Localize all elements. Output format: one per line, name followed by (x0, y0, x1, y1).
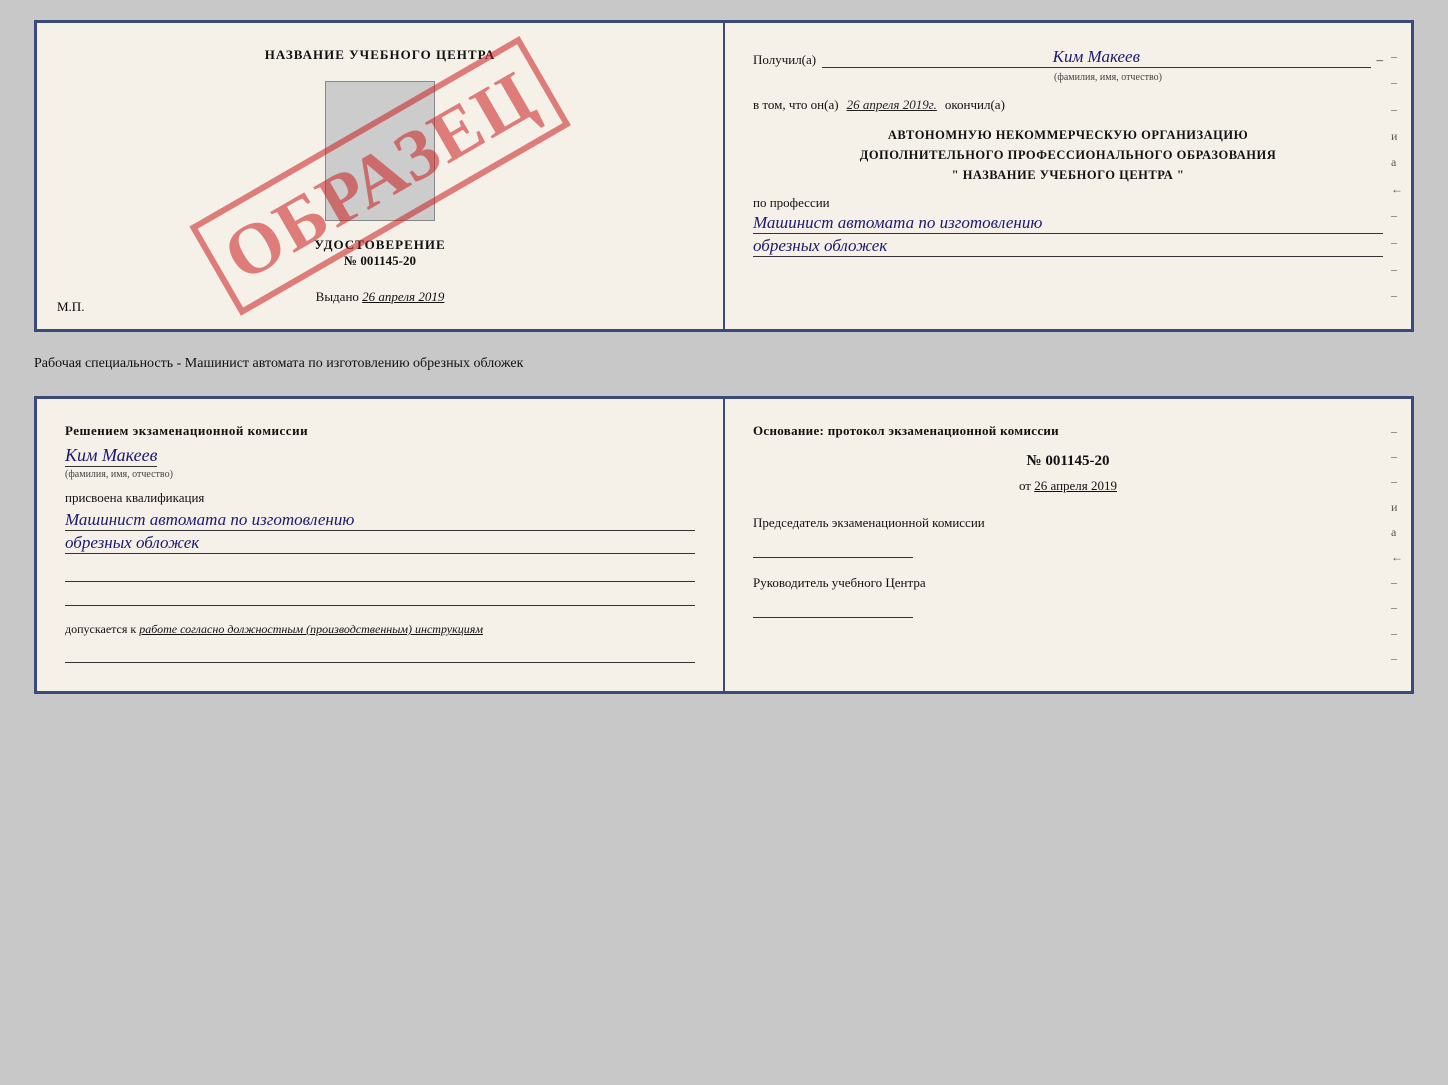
recipient-name: Ким Макеев (822, 47, 1370, 68)
top-doc-right: Получил(а) Ким Макеев – (фамилия, имя, о… (725, 23, 1411, 329)
org-line1: АВТОНОМНУЮ НЕКОММЕРЧЕСКУЮ ОРГАНИЗАЦИЮ (753, 125, 1383, 145)
vtom-row: в том, что он(а) 26 апреля 2019г. окончи… (753, 97, 1383, 113)
profession-line1: Машинист автомата по изготовлению (753, 213, 1383, 234)
org-line2: ДОПОЛНИТЕЛЬНОГО ПРОФЕССИОНАЛЬНОГО ОБРАЗО… (753, 145, 1383, 165)
dash-right: – (1377, 52, 1384, 68)
predsedatel-label: Председатель экзаменационной комиссии (753, 514, 1383, 532)
completion-date: 26 апреля 2019г. (847, 97, 937, 113)
kvalif-line2: обрезных обложек (65, 533, 695, 554)
vtom-label: в том, что он(а) (753, 97, 839, 113)
fio-hint-bottom: (фамилия, имя, отчество) (65, 469, 695, 480)
vydano-date: 26 апреля 2019 (362, 289, 444, 304)
mp-text: М.П. (57, 299, 84, 315)
kvalif-line1: Машинист автомата по изготовлению (65, 510, 695, 531)
dopuskaetsya-label: допускается к (65, 622, 136, 636)
photo-placeholder (325, 81, 435, 221)
po-professii-label: по профессии (753, 195, 1383, 211)
protocol-date: от 26 апреля 2019 (753, 478, 1383, 494)
sign-line-2 (65, 586, 695, 606)
bottom-document: Решением экзаменационной комиссии Ким Ма… (34, 396, 1414, 694)
resheniem-text: Решением экзаменационной комиссии (65, 423, 695, 439)
prisvoena-label: присвоена квалификация (65, 490, 695, 506)
vydano-line: Выдано 26 апреля 2019 (316, 289, 445, 305)
rukovoditel-label: Руководитель учебного Центра (753, 574, 1383, 592)
poluchil-row: Получил(а) Ким Макеев – (753, 47, 1383, 68)
okoncil-label: окончил(а) (945, 97, 1005, 113)
org-line3: " НАЗВАНИЕ УЧЕБНОГО ЦЕНТРА " (753, 165, 1383, 185)
bottom-doc-left: Решением экзаменационной комиссии Ким Ма… (37, 399, 725, 691)
protocol-date-value: 26 апреля 2019 (1034, 478, 1117, 493)
right-dashes-top: – – – и а ← – – – – (1391, 23, 1403, 329)
udost-number: № 001145-20 (344, 253, 416, 269)
top-document: НАЗВАНИЕ УЧЕБНОГО ЦЕНТРА УДОСТОВЕРЕНИЕ №… (34, 20, 1414, 332)
poluchil-label: Получил(а) (753, 52, 816, 68)
dopusk-text: работе согласно должностным (производств… (139, 622, 483, 636)
fio-hint-top: (фамилия, имя, отчество) (833, 72, 1383, 83)
sign-line-1 (65, 562, 695, 582)
top-center-title: НАЗВАНИЕ УЧЕБНОГО ЦЕНТРА (265, 47, 496, 63)
bottom-name: Ким Макеев (65, 445, 157, 467)
bottom-lines (65, 562, 695, 606)
ot-prefix: от (1019, 478, 1031, 493)
middle-specialty-label: Рабочая специальность - Машинист автомат… (34, 350, 1414, 378)
sign-line-3 (65, 643, 695, 663)
top-doc-left: НАЗВАНИЕ УЧЕБНОГО ЦЕНТРА УДОСТОВЕРЕНИЕ №… (37, 23, 725, 329)
protocol-number: № 001145-20 (753, 453, 1383, 470)
rukovoditel-sign-line (753, 598, 913, 618)
profession-line2: обрезных обложек (753, 236, 1383, 257)
org-lines: АВТОНОМНУЮ НЕКОММЕРЧЕСКУЮ ОРГАНИЗАЦИЮ ДО… (753, 125, 1383, 185)
osnovanie-text: Основание: протокол экзаменационной коми… (753, 423, 1383, 439)
vydano-text: Выдано (316, 289, 359, 304)
predsedatel-sign-line (753, 538, 913, 558)
bottom-doc-right: Основание: протокол экзаменационной коми… (725, 399, 1411, 691)
dopuskaetsya-row: допускается к работе согласно должностны… (65, 622, 695, 637)
udost-label: УДОСТОВЕРЕНИЕ (314, 237, 445, 253)
right-dashes-bottom: – – – и а ← – – – – (1391, 399, 1403, 691)
